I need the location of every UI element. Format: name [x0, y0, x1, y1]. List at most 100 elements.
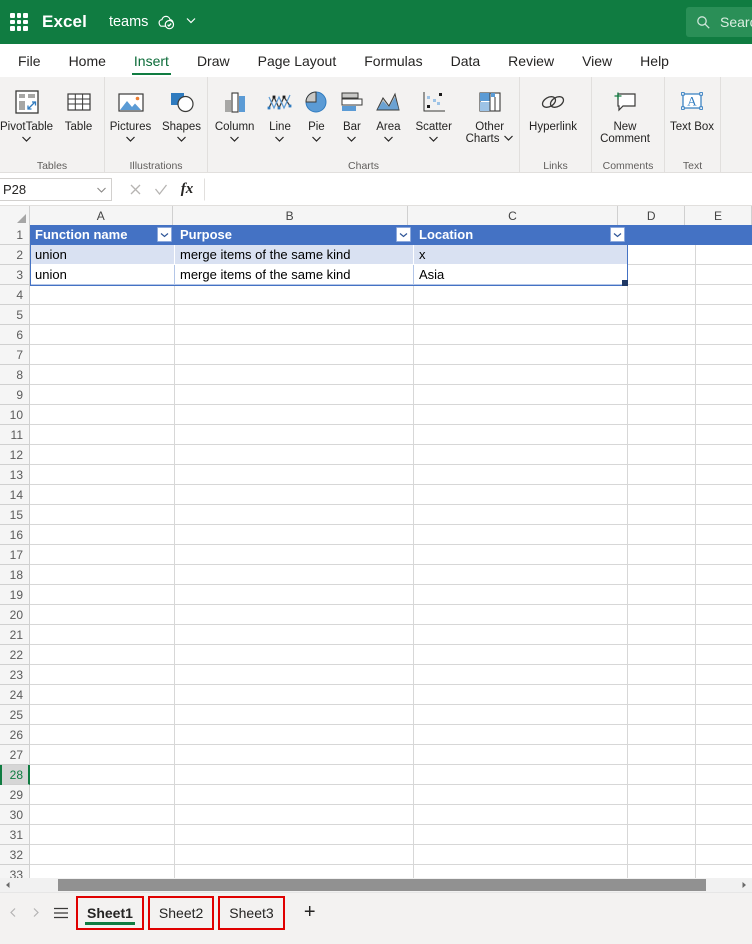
cell-E26[interactable]: [696, 725, 752, 745]
column-header-d[interactable]: D: [618, 206, 686, 225]
cell-C6[interactable]: [414, 325, 628, 345]
cell-B4[interactable]: [175, 285, 414, 305]
cell-E24[interactable]: [696, 685, 752, 705]
cell-A22[interactable]: [30, 645, 175, 665]
cell-B30[interactable]: [175, 805, 414, 825]
cell-C26[interactable]: [414, 725, 628, 745]
cell-B28[interactable]: [175, 765, 414, 785]
cell-B12[interactable]: [175, 445, 414, 465]
insert-function-icon[interactable]: fx: [174, 177, 200, 201]
cell-A28[interactable]: [30, 765, 175, 785]
cell-C15[interactable]: [414, 505, 628, 525]
cell-B10[interactable]: [175, 405, 414, 425]
cell-A24[interactable]: [30, 685, 175, 705]
row-header-11[interactable]: 11: [0, 425, 30, 445]
cell-D23[interactable]: [628, 665, 696, 685]
row-header-12[interactable]: 12: [0, 445, 30, 465]
cell-D25[interactable]: [628, 705, 696, 725]
chevron-down-icon[interactable]: [503, 133, 514, 145]
cell-A5[interactable]: [30, 305, 175, 325]
cell-B9[interactable]: [175, 385, 414, 405]
cell-B19[interactable]: [175, 585, 414, 605]
cell-A29[interactable]: [30, 785, 175, 805]
cell-D31[interactable]: [628, 825, 696, 845]
cell-E13[interactable]: [696, 465, 752, 485]
cell-C27[interactable]: [414, 745, 628, 765]
cell-B15[interactable]: [175, 505, 414, 525]
cell-D6[interactable]: [628, 325, 696, 345]
cell-C28[interactable]: [414, 765, 628, 785]
search-box[interactable]: Search: [686, 7, 752, 37]
cell-A32[interactable]: [30, 845, 175, 865]
file-name[interactable]: teams: [109, 14, 149, 30]
tab-review[interactable]: Review: [494, 44, 568, 77]
cell-D13[interactable]: [628, 465, 696, 485]
area-chart-button[interactable]: Area: [370, 81, 407, 145]
line-chart-button[interactable]: Line: [261, 81, 298, 145]
row-header-28[interactable]: 28: [0, 765, 30, 785]
cell-D14[interactable]: [628, 485, 696, 505]
row-header-27[interactable]: 27: [0, 745, 30, 765]
cell-B23[interactable]: [175, 665, 414, 685]
cell-A4[interactable]: [30, 285, 175, 305]
cell-B21[interactable]: [175, 625, 414, 645]
cell-D1[interactable]: [628, 225, 696, 245]
pivot-table-button[interactable]: PivotTable: [0, 81, 53, 145]
cell-D26[interactable]: [628, 725, 696, 745]
tab-formulas[interactable]: Formulas: [350, 44, 436, 77]
cell-D2[interactable]: [628, 245, 696, 265]
cell-A9[interactable]: [30, 385, 175, 405]
row-header-32[interactable]: 32: [0, 845, 30, 865]
cell-B14[interactable]: [175, 485, 414, 505]
tab-data[interactable]: Data: [437, 44, 495, 77]
cell-C9[interactable]: [414, 385, 628, 405]
tab-help[interactable]: Help: [626, 44, 683, 77]
chevron-down-icon[interactable]: [96, 182, 107, 197]
filter-dropdown-icon[interactable]: [610, 227, 625, 242]
row-header-25[interactable]: 25: [0, 705, 30, 725]
cell-E15[interactable]: [696, 505, 752, 525]
row-header-15[interactable]: 15: [0, 505, 30, 525]
cell-B5[interactable]: [175, 305, 414, 325]
cell-C22[interactable]: [414, 645, 628, 665]
cell-B25[interactable]: [175, 705, 414, 725]
cell-C14[interactable]: [414, 485, 628, 505]
table-button[interactable]: Table: [53, 81, 104, 133]
cell-A7[interactable]: [30, 345, 175, 365]
row-header-2[interactable]: 2: [0, 245, 30, 265]
scatter-chart-button[interactable]: Scatter: [407, 81, 460, 145]
file-menu-chevron-down-icon[interactable]: [184, 13, 198, 32]
cell-E20[interactable]: [696, 605, 752, 625]
hscroll-thumb[interactable]: [58, 879, 706, 891]
cell-E33[interactable]: [696, 865, 752, 878]
sheet-tab-sheet3[interactable]: Sheet3: [218, 895, 285, 930]
cell-E18[interactable]: [696, 565, 752, 585]
row-header-21[interactable]: 21: [0, 625, 30, 645]
cell-A16[interactable]: [30, 525, 175, 545]
cell-C17[interactable]: [414, 545, 628, 565]
cell-C12[interactable]: [414, 445, 628, 465]
tab-page-layout[interactable]: Page Layout: [244, 44, 351, 77]
row-header-14[interactable]: 14: [0, 485, 30, 505]
cell-B2[interactable]: merge items of the same kind: [175, 245, 414, 265]
tab-draw[interactable]: Draw: [183, 44, 244, 77]
add-sheet-button[interactable]: +: [295, 898, 325, 928]
cell-E22[interactable]: [696, 645, 752, 665]
cell-B22[interactable]: [175, 645, 414, 665]
cell-B26[interactable]: [175, 725, 414, 745]
cell-B6[interactable]: [175, 325, 414, 345]
cell-C5[interactable]: [414, 305, 628, 325]
cell-C31[interactable]: [414, 825, 628, 845]
row-header-22[interactable]: 22: [0, 645, 30, 665]
cell-B16[interactable]: [175, 525, 414, 545]
cell-D28[interactable]: [628, 765, 696, 785]
cell-A13[interactable]: [30, 465, 175, 485]
text-box-button[interactable]: A Text Box: [665, 81, 719, 133]
cell-E9[interactable]: [696, 385, 752, 405]
cell-D27[interactable]: [628, 745, 696, 765]
cell-A8[interactable]: [30, 365, 175, 385]
pie-chart-button[interactable]: Pie: [299, 81, 335, 145]
chevron-down-icon[interactable]: [21, 133, 32, 145]
cell-A26[interactable]: [30, 725, 175, 745]
new-comment-button[interactable]: New Comment: [592, 81, 658, 145]
